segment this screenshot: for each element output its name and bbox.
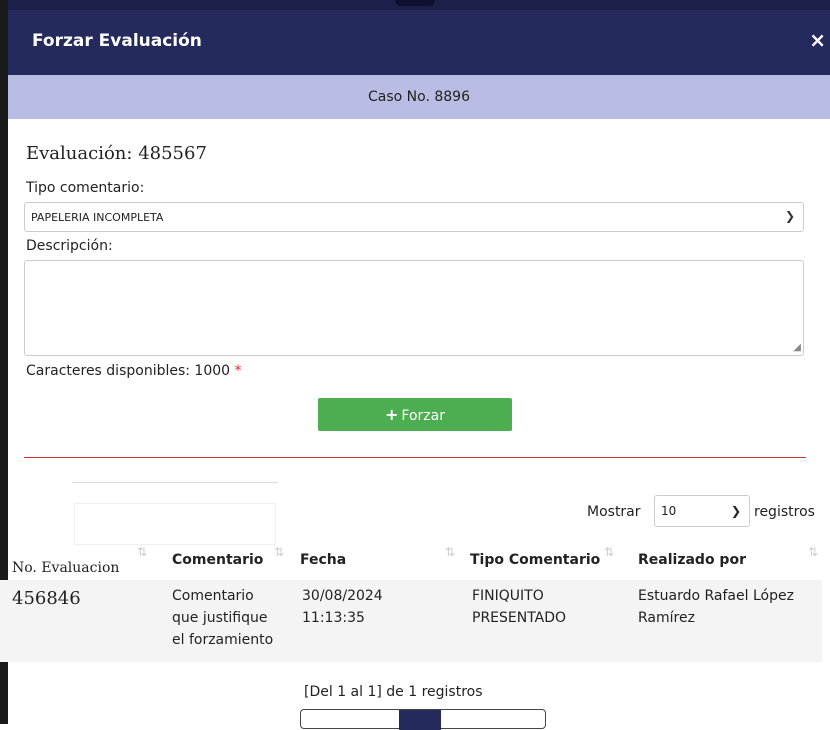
column-header-tipo[interactable]: Tipo Comentario [470,552,600,568]
plus-icon: + [385,405,399,424]
show-label: Mostrar [587,504,641,520]
column-header-evaluacion[interactable]: No. Evaluacion [12,560,119,576]
table-info: [Del 1 al 1] de 1 registros [304,684,483,700]
description-textarea[interactable]: ◢ [24,260,804,356]
cell-tipo-line: FINIQUITO [472,588,544,604]
top-strip [0,0,830,10]
cell-comentario-line: Comentario [172,588,254,604]
sort-icon[interactable]: ⇅ [808,545,818,559]
cell-fecha: 30/08/2024 11:13:35 [302,585,383,629]
sort-icon[interactable]: ⇅ [445,545,455,559]
sort-icon[interactable]: ⇅ [604,545,614,559]
chevron-down-icon: ❯ [730,504,741,518]
comment-type-label: Tipo comentario: [26,180,145,196]
cell-fecha-time: 11:13:35 [302,610,365,626]
cell-tipo: FINIQUITO PRESENTADO [472,585,566,629]
column-header-realizado[interactable]: Realizado por [638,552,746,568]
cell-evaluacion: 456846 [12,588,81,609]
comment-type-select[interactable]: PAPELERIA INCOMPLETA ❯ [24,202,804,232]
cell-tipo-line: PRESENTADO [472,610,567,626]
column-header-comentario[interactable]: Comentario [172,552,263,568]
divider [24,457,806,458]
pagination-current-page[interactable] [399,710,441,730]
evaluation-title: Evaluación: 485567 [26,143,207,164]
cell-realizado-line: Ramírez [638,610,695,626]
chars-available-text: Caracteres disponibles: 1000 [26,363,231,379]
forzar-button[interactable]: + Forzar [318,398,512,431]
cell-fecha-date: 30/08/2024 [302,588,383,604]
case-number: Caso No. 8896 [368,89,470,105]
sort-icon[interactable]: ⇅ [274,545,284,559]
description-label: Descripción: [26,238,113,254]
modal-title: Forzar Evaluación [32,31,202,51]
resize-grip-icon[interactable]: ◢ [793,342,801,353]
chevron-down-icon: ❯ [784,209,795,223]
cell-comentario: Comentario que justifique el forzamiento [172,585,273,651]
page-length-select[interactable]: 10 ❯ [654,495,750,527]
forzar-label: Forzar [401,408,445,424]
evaluation-number: 485567 [138,143,207,164]
cell-comentario-line: que justifique [172,610,268,626]
evaluation-label: Evaluación: [26,143,133,164]
page-length-value: 10 [661,504,677,518]
comment-type-value: PAPELERIA INCOMPLETA [31,211,164,224]
sort-icon[interactable]: ⇅ [137,545,147,559]
modal-header: Forzar Evaluación × [8,10,830,75]
cell-comentario-line: el forzamiento [172,632,274,648]
records-label: registros [754,504,815,520]
search-box [74,503,276,545]
pagination[interactable] [300,709,546,730]
chars-available: Caracteres disponibles: 1000 * [26,363,242,379]
cell-realizado: Estuardo Rafael López Ramírez [638,585,794,629]
search-outline [72,482,278,483]
close-icon[interactable]: × [809,28,826,52]
top-tab [395,0,435,6]
cell-realizado-line: Estuardo Rafael López [638,588,794,604]
column-header-fecha[interactable]: Fecha [300,552,346,568]
case-bar: Caso No. 8896 [8,75,830,119]
required-mark: * [234,363,242,379]
